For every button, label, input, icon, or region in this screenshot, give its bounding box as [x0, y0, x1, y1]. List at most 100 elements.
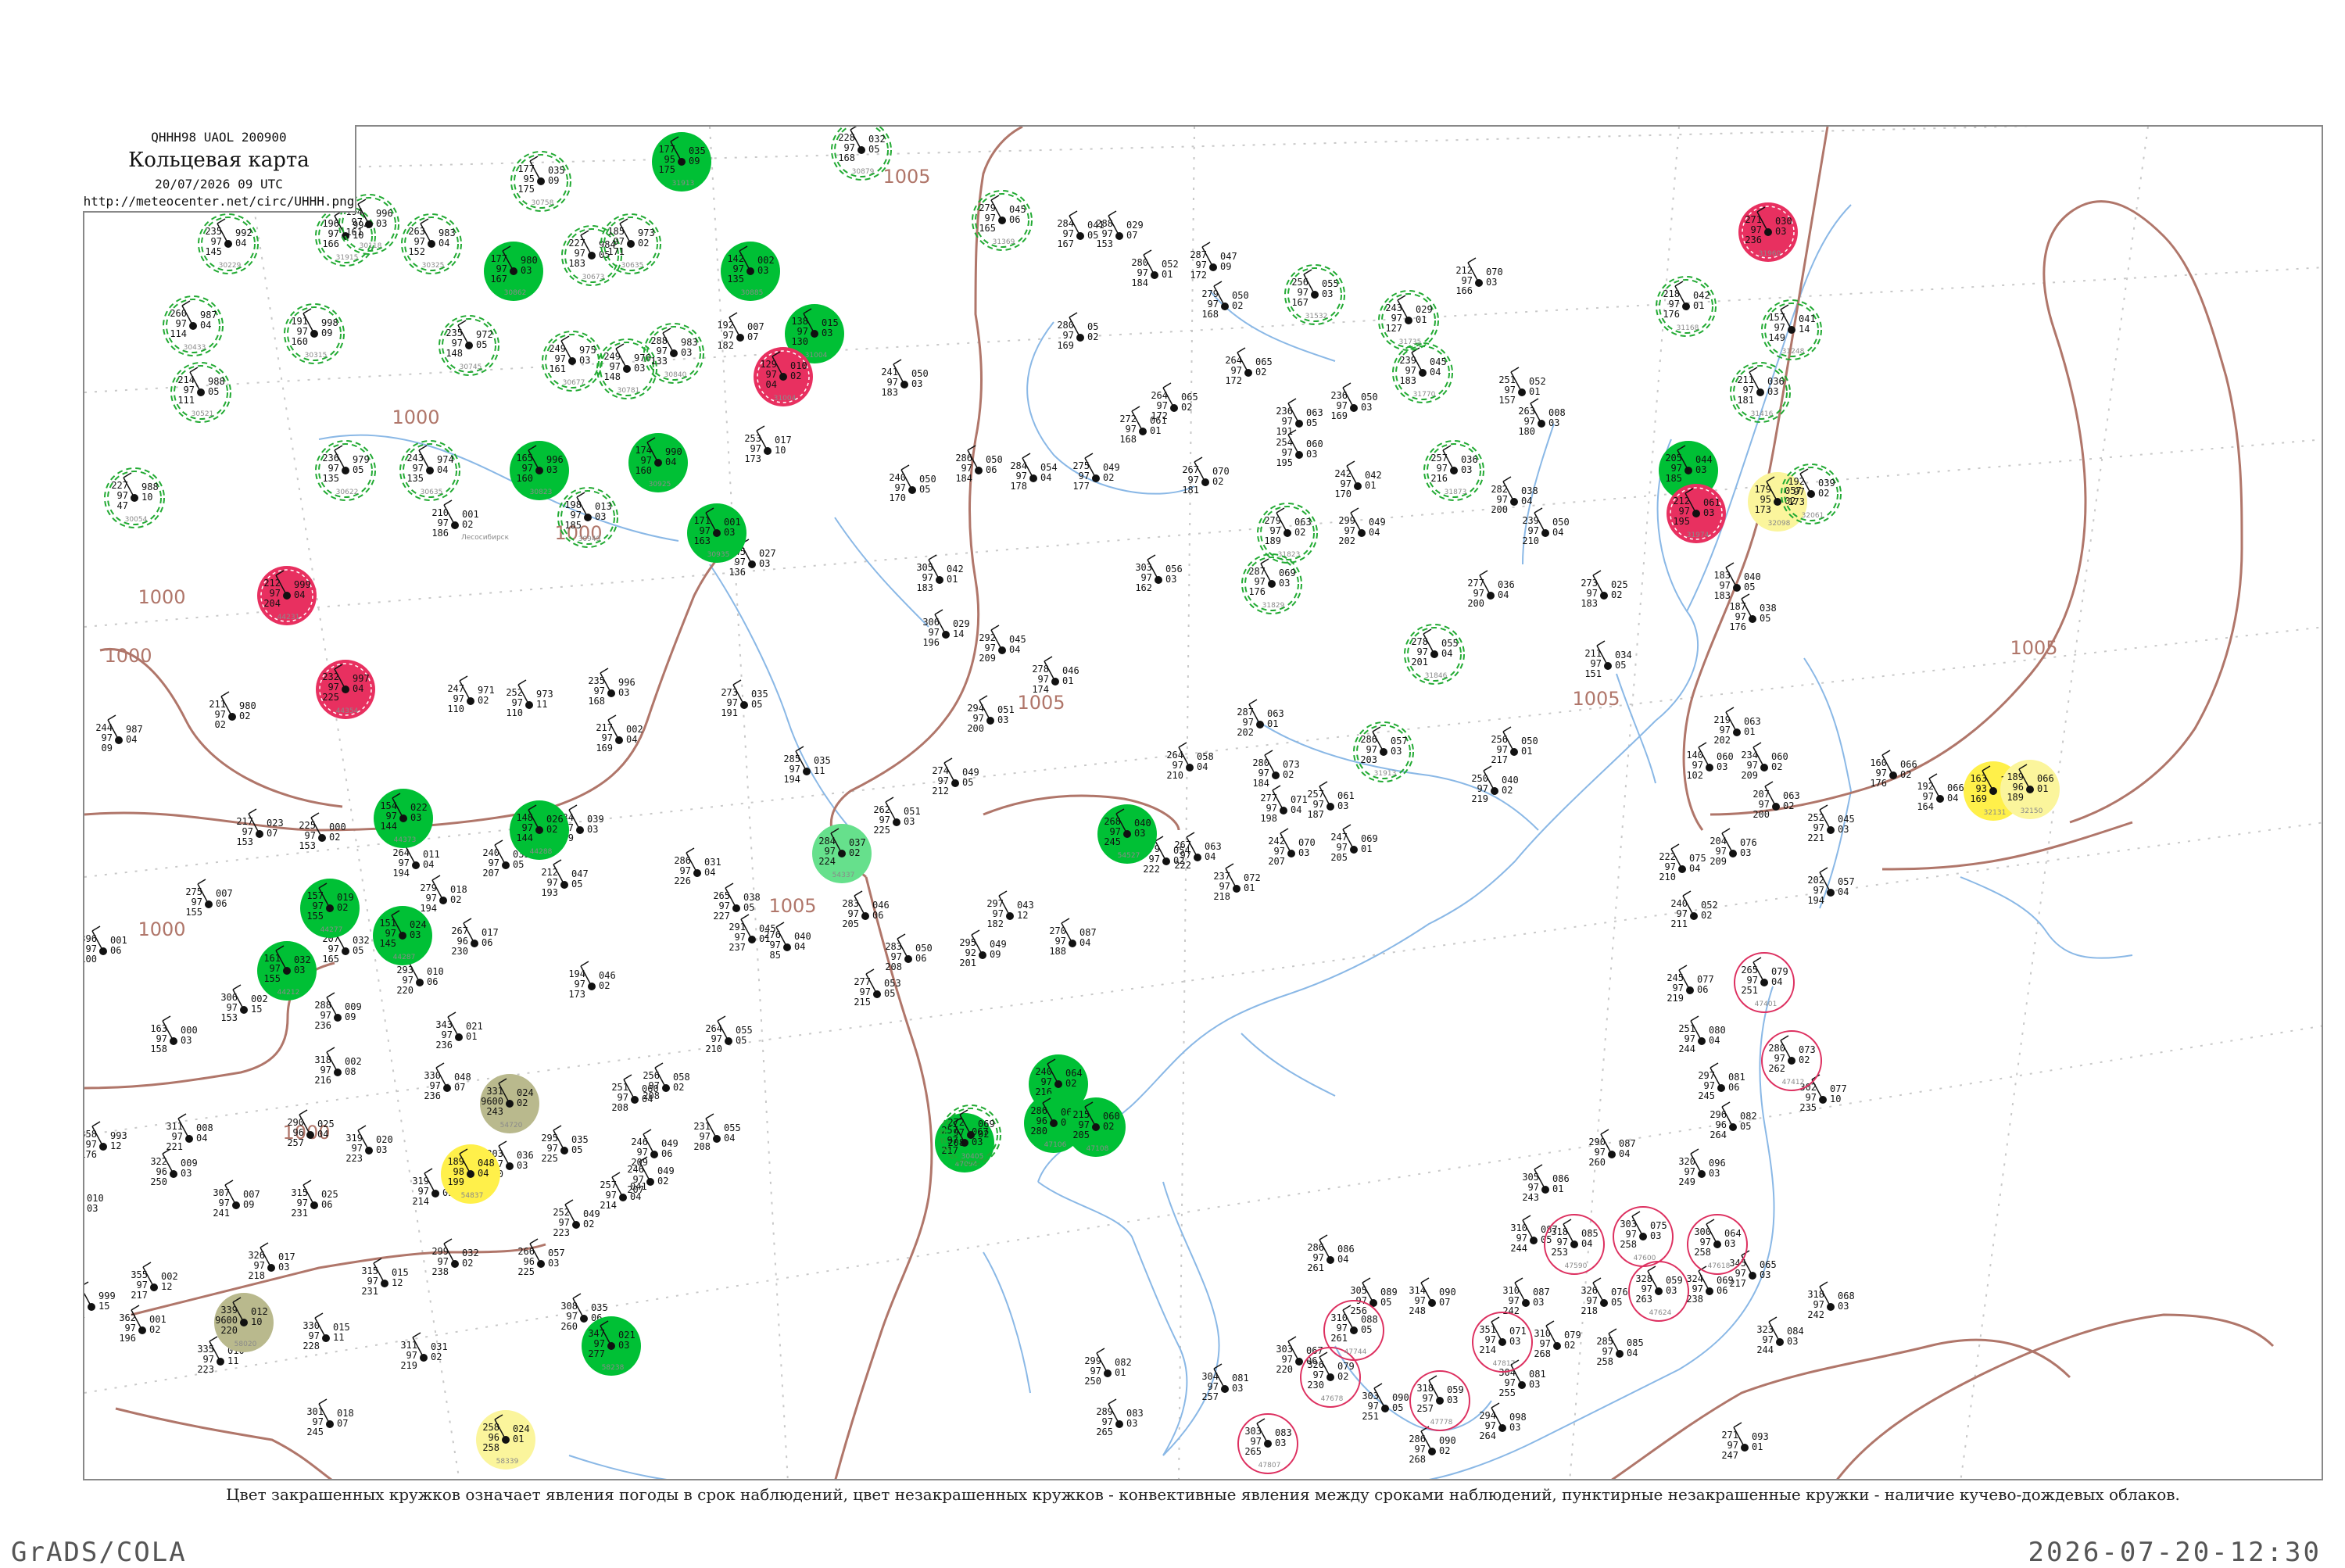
- station-value: 02: [1611, 589, 1622, 600]
- station-value: 153: [236, 836, 253, 847]
- station-value: 060: [1771, 751, 1788, 762]
- station-value: 031: [431, 1341, 448, 1352]
- ring-station-value: 97: [985, 213, 996, 224]
- station-value: 97: [320, 1010, 331, 1021]
- station-value: 098: [1509, 1412, 1527, 1423]
- station-value: 980: [239, 700, 256, 711]
- ring-station-value: 97: [1270, 525, 1281, 536]
- station-value: 97: [1344, 525, 1355, 536]
- ring-station-value: 04: [294, 589, 305, 600]
- wind-barb-feather: [248, 808, 257, 814]
- wind-barb-feather: [1534, 507, 1543, 514]
- ring-station-value: 039: [1818, 478, 1835, 489]
- station-value: 01: [1744, 726, 1755, 737]
- wind-barb-feather: [756, 425, 765, 431]
- station-value: 242: [1807, 1309, 1824, 1320]
- ring-station-value: 97: [1679, 506, 1690, 517]
- ring-station-value: 05: [1361, 1324, 1372, 1335]
- station-value: 05: [919, 484, 930, 495]
- station-value: 03: [1126, 1418, 1137, 1429]
- wind-barb-feather: [1467, 257, 1477, 263]
- ring-station-value: 203: [1360, 754, 1377, 765]
- station-value: 264: [1710, 1129, 1727, 1140]
- station-value: 96: [524, 1256, 535, 1267]
- station-value: 215: [854, 997, 871, 1008]
- station-plot: 2839720504606: [842, 890, 890, 929]
- station-value: 05: [962, 777, 973, 788]
- station-value: 038: [743, 892, 761, 903]
- station-value: 03: [376, 1144, 387, 1155]
- ring-station-value: 032: [868, 134, 886, 145]
- ring-station-value: 02: [1065, 1078, 1076, 1089]
- station-value: 245: [1698, 1090, 1715, 1101]
- station-id: 58238: [602, 1364, 625, 1372]
- station-id: 32098: [1768, 520, 1791, 528]
- ring-station-value: 97: [1751, 224, 1762, 235]
- station-value: 03: [1529, 1379, 1540, 1390]
- station-plot-dashed: 263971529830430325: [401, 213, 462, 274]
- station-plot: 2909726008704: [1588, 1129, 1636, 1168]
- ring-station-value: 171: [607, 246, 625, 257]
- station-value: 999: [98, 1291, 116, 1301]
- ring-station-value: 97: [1626, 1229, 1637, 1240]
- station-plot: 2779720003604: [1467, 570, 1515, 609]
- station-value: 03: [587, 824, 598, 835]
- station-value: 06: [1697, 984, 1708, 995]
- station-plot-dashed: 157971490411431248: [1761, 299, 1822, 360]
- source-url[interactable]: http://meteocenter.net/circ/UHHH.png: [83, 194, 355, 209]
- wind-barb-feather: [900, 464, 910, 471]
- station-value: 194: [783, 774, 800, 785]
- station-plot: 3019724501807: [306, 1398, 354, 1437]
- station-value: 268: [1409, 1454, 1426, 1465]
- coastlines: [318, 204, 2133, 1479]
- ring-station-value: 075: [1650, 1220, 1667, 1231]
- station-plot-green: 177971679800330862: [484, 242, 543, 301]
- ring-station-value: 155: [263, 973, 281, 984]
- wind-barb-feather: [1534, 1164, 1543, 1170]
- station-value: 97: [1727, 1440, 1738, 1451]
- station-plot: 2719724709301: [1721, 1422, 1769, 1461]
- station-value: 97: [309, 1330, 320, 1341]
- station-plot-green: 174971609900430925: [628, 433, 688, 492]
- wind-barb-feather: [1022, 453, 1031, 459]
- station-value: 110: [506, 707, 523, 718]
- station-value: 97: [1677, 908, 1688, 919]
- station-value: 040: [1502, 775, 1519, 786]
- station-value: 136: [729, 567, 746, 578]
- wind-barb-feather: [326, 992, 335, 998]
- station-id: 47600: [1634, 1255, 1656, 1262]
- ring-station-value: 012: [251, 1306, 268, 1317]
- station-value: 176: [1870, 778, 1887, 789]
- station-value: 07: [1126, 230, 1137, 241]
- ring-station-value: 214: [1479, 1344, 1496, 1355]
- wind-barb-feather: [1084, 453, 1094, 459]
- station-value: 025: [1611, 579, 1628, 590]
- station-value: 236: [314, 1020, 331, 1031]
- station-value: 018: [337, 1408, 354, 1419]
- station-value: 070: [1486, 267, 1503, 277]
- station-value: 040: [1744, 571, 1761, 582]
- station-id: 30677: [563, 379, 585, 387]
- station-value: 082: [1740, 1111, 1757, 1122]
- station-value: 002: [626, 724, 643, 735]
- station-plot: 211970298002: [209, 691, 256, 730]
- station-plot: 280971690502: [1057, 312, 1098, 351]
- station-value: 208: [643, 1090, 660, 1101]
- ring-station-value: 10: [141, 492, 152, 503]
- station-value: 010: [427, 966, 444, 977]
- station-value: 97: [1528, 1182, 1539, 1193]
- wind-barb-feather: [686, 847, 695, 854]
- station-value: 236: [435, 1040, 453, 1051]
- station-value: 036: [1498, 579, 1515, 590]
- ring-station-value: 035: [548, 165, 565, 176]
- station-value: 008: [1548, 407, 1566, 418]
- ring-station-value: 97: [1642, 1283, 1652, 1294]
- ring-station-value: 97: [184, 385, 195, 396]
- station-value: 85: [770, 950, 781, 961]
- ring-station-value: 071: [1509, 1326, 1527, 1337]
- station-plot: 2259715300002: [299, 812, 346, 851]
- station-plot-green: 347972770210358238: [582, 1316, 641, 1376]
- station-plot: 2679623001706: [451, 918, 499, 957]
- station-plot: 2369719106305: [1276, 398, 1323, 437]
- station-value: 97: [1462, 275, 1473, 286]
